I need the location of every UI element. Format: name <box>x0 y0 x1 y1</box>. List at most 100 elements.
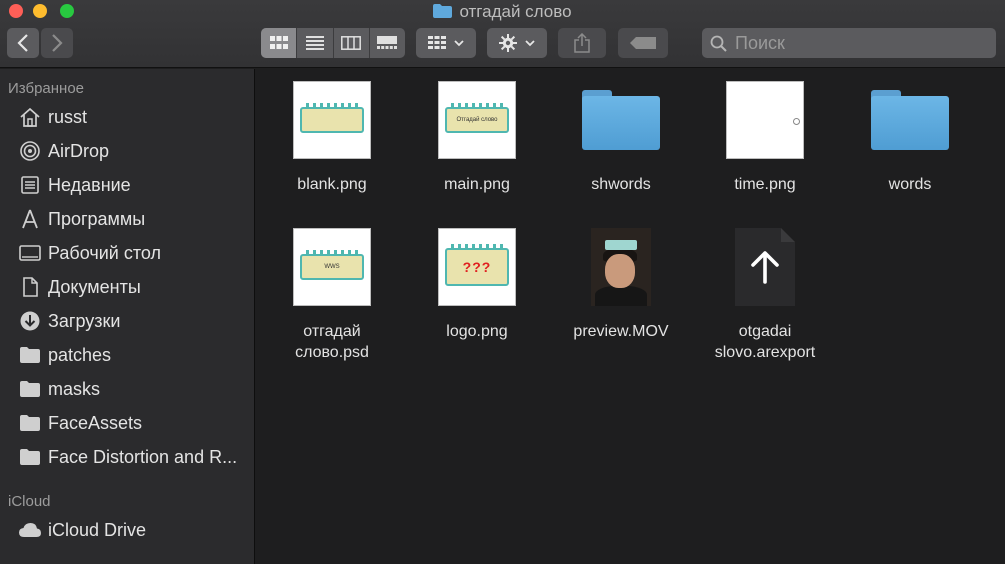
file-item[interactable]: ??? logo.png <box>409 227 545 342</box>
file-name: otgadai slovo.arexport <box>714 323 816 361</box>
list-view-button[interactable] <box>297 28 334 58</box>
notebook-image-icon <box>300 103 364 133</box>
folder-icon <box>20 415 40 431</box>
group-grid-icon <box>428 36 446 49</box>
icon-view-button[interactable] <box>261 28 298 58</box>
notebook-image-icon: ??? <box>445 244 509 286</box>
png-thumbnail: ??? <box>438 228 516 306</box>
sidebar-item-documents[interactable]: Документы <box>18 272 141 302</box>
file-item[interactable]: Отгадай слово main.png <box>409 80 545 195</box>
folder-icon <box>871 90 949 150</box>
sidebar-item-label: Недавние <box>48 174 131 195</box>
sidebar-item-downloads[interactable]: Загрузки <box>18 306 120 336</box>
sidebar-item-label: FaceAssets <box>48 412 143 433</box>
blank-image-thumbnail <box>726 81 804 159</box>
sidebar-item-label: Загрузки <box>48 310 121 331</box>
chevron-right-icon <box>52 34 63 52</box>
window-title: отгадай слово <box>0 2 1005 22</box>
gallery-view-button[interactable] <box>370 28 405 58</box>
gear-icon <box>499 34 517 52</box>
sidebar-item-home[interactable]: russt <box>18 102 87 132</box>
chevron-down-icon <box>454 39 464 46</box>
sidebar-item-label: Документы <box>48 276 141 297</box>
sidebar-item-label: iCloud Drive <box>48 519 147 540</box>
window-toolbar: отгадай слово Поиск <box>0 0 1005 68</box>
documents-icon <box>23 277 38 297</box>
file-name: logo.png <box>446 323 508 340</box>
sidebar-item-label: patches <box>48 344 112 365</box>
column-view-button[interactable] <box>334 28 370 58</box>
folder-icon <box>433 4 453 18</box>
cloud-icon <box>19 523 41 537</box>
sidebar-item-label: Программы <box>48 208 146 229</box>
thumbnail-text: WWS <box>324 264 340 270</box>
folder-item[interactable]: words <box>842 80 978 195</box>
chevron-down-icon <box>525 39 535 46</box>
grid-icon <box>269 36 288 49</box>
file-browser-content: blank.png Отгадай слово main.png shwords… <box>256 69 1005 564</box>
share-button[interactable] <box>558 28 606 58</box>
applications-icon <box>22 209 38 229</box>
desktop-icon <box>19 245 41 261</box>
tag-icon <box>630 37 656 49</box>
sidebar-item-desktop[interactable]: Рабочий стол <box>18 238 161 268</box>
sidebar-item-applications[interactable]: Программы <box>18 204 145 234</box>
group-by-button[interactable] <box>416 28 476 58</box>
search-icon <box>710 35 727 52</box>
sidebar-item-masks[interactable]: masks <box>18 374 100 404</box>
tags-button[interactable] <box>618 28 668 58</box>
file-name: words <box>888 176 932 193</box>
sidebar-item-airdrop[interactable]: AirDrop <box>18 136 109 166</box>
sidebar-item-label: Face Distortion and R... <box>48 446 238 467</box>
arexport-file-icon <box>735 228 795 306</box>
home-icon <box>20 107 40 127</box>
file-name: main.png <box>444 176 510 193</box>
folder-icon <box>20 381 40 397</box>
sidebar-item-icloud-drive[interactable]: iCloud Drive <box>18 515 146 545</box>
file-name: shwords <box>591 176 651 193</box>
arrow-up-icon <box>751 251 779 284</box>
search-field[interactable]: Поиск <box>702 28 996 58</box>
forward-button[interactable] <box>41 28 73 58</box>
sidebar-item-label: Рабочий стол <box>48 242 161 263</box>
notebook-image-icon: WWS <box>300 250 364 280</box>
folder-icon <box>582 90 660 150</box>
notebook-image-icon: Отгадай слово <box>445 103 509 133</box>
sidebar-item-label: russt <box>48 106 88 127</box>
recents-icon <box>21 176 39 194</box>
thumbnail-text: Отгадай слово <box>456 117 498 123</box>
folder-icon <box>20 449 40 465</box>
list-icon <box>305 36 324 50</box>
chevron-left-icon <box>17 34 28 52</box>
thumbnail-text: ??? <box>462 259 492 275</box>
file-item[interactable]: time.png <box>697 80 833 195</box>
folder-icon <box>20 347 40 363</box>
action-menu-button[interactable] <box>487 28 547 58</box>
airdrop-icon <box>20 141 40 161</box>
video-thumbnail <box>591 228 651 306</box>
downloads-icon <box>20 311 40 331</box>
window-title-text: отгадай слово <box>459 2 572 21</box>
file-name: отгадай слово.psd <box>295 323 369 361</box>
file-item[interactable]: otgadai slovo.arexport <box>697 227 833 363</box>
sidebar-item-patches[interactable]: patches <box>18 340 111 370</box>
gallery-icon <box>377 36 398 49</box>
back-button[interactable] <box>7 28 39 58</box>
psd-thumbnail: WWS <box>293 228 371 306</box>
sidebar-item-label: AirDrop <box>48 140 110 161</box>
share-icon <box>574 33 590 53</box>
folder-item[interactable]: shwords <box>553 80 689 195</box>
file-item[interactable]: blank.png <box>264 80 400 195</box>
sidebar-item-faceassets[interactable]: FaceAssets <box>18 408 142 438</box>
file-item[interactable]: preview.MOV <box>553 227 689 342</box>
sidebar-item-recents[interactable]: Недавние <box>18 170 131 200</box>
view-mode-segmented-control <box>261 28 405 58</box>
sidebar-item-face-distortion[interactable]: Face Distortion and R... <box>18 442 237 472</box>
png-thumbnail: Отгадай слово <box>438 81 516 159</box>
sidebar-header-icloud: iCloud <box>8 493 51 510</box>
sidebar-item-label: masks <box>48 378 101 399</box>
sidebar-header-favorites: Избранное <box>8 80 85 97</box>
sidebar: Избранное russt AirDrop Недавние Програм… <box>0 69 255 564</box>
file-name: time.png <box>734 176 796 193</box>
file-item[interactable]: WWS отгадай слово.psd <box>264 227 400 363</box>
